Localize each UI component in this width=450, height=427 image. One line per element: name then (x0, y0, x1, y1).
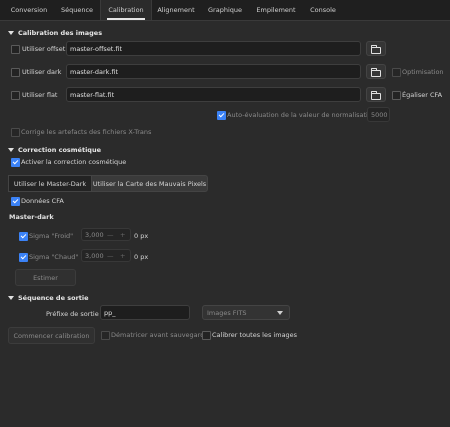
xtrans-checkbox[interactable] (11, 128, 20, 137)
increment-icon[interactable]: + (120, 229, 125, 241)
expander-arrow-icon (8, 296, 14, 300)
chevron-down-icon (277, 311, 283, 315)
tab-label: Séquence (60, 6, 94, 14)
sigma-cold-px: 0 px (134, 232, 149, 240)
offset-open-button[interactable] (366, 41, 386, 56)
sigma-hot-value: 3,000 (85, 252, 104, 260)
tab-calibration[interactable]: Calibration (100, 0, 152, 20)
egaliser-cfa-label: Égaliser CFA (402, 91, 443, 99)
expander-arrow-icon (8, 148, 14, 152)
activate-cosmetic-label: Activer la correction cosmétique (21, 158, 127, 166)
dark-open-button[interactable] (366, 64, 386, 79)
section-title: Calibration des images (18, 29, 103, 37)
use-master-dark-toggle[interactable]: Utiliser le Master-Dark (8, 175, 92, 192)
folder-open-icon (371, 45, 381, 54)
sigma-cold-spinner[interactable]: 3,000 — + (81, 228, 131, 241)
debayer-checkbox[interactable] (101, 331, 110, 340)
tab-graphique[interactable]: Graphique (202, 0, 248, 20)
activate-cosmetic-checkbox[interactable] (11, 158, 20, 167)
auto-evaluation-checkbox[interactable] (217, 111, 226, 120)
tab-alignement[interactable]: Alignement (152, 0, 200, 20)
section-correction-cosmetique[interactable]: Correction cosmétique (8, 146, 101, 154)
dark-file-field[interactable]: master-dark.fit (66, 64, 361, 79)
folder-open-icon (371, 68, 381, 77)
calibrate-all-label: Calibrer toutes les images (212, 331, 298, 339)
use-flat-checkbox[interactable] (11, 91, 20, 100)
tab-empilement[interactable]: Empilement (250, 0, 302, 20)
flat-open-button[interactable] (366, 87, 386, 102)
section-title: Séquence de sortie (18, 294, 89, 302)
sigma-hot-checkbox[interactable] (19, 253, 28, 262)
use-bad-pixel-map-toggle[interactable]: Utiliser la Carte des Mauvais Pixels (91, 175, 208, 192)
optimisation-label: Optimisation (402, 68, 444, 76)
tab-label: Empilement (256, 6, 296, 14)
cfa-data-label: Données CFA (21, 197, 64, 205)
tab-bar: Conversion Séquence Calibration Aligneme… (0, 0, 450, 21)
tab-label: Conversion (10, 6, 48, 14)
use-offset-checkbox[interactable] (11, 45, 20, 54)
folder-open-icon (371, 91, 381, 100)
tab-label: Console (310, 6, 336, 14)
sigma-hot-px: 0 px (134, 253, 149, 261)
sigma-cold-checkbox[interactable] (19, 232, 28, 241)
expander-arrow-icon (8, 31, 14, 35)
cfa-data-checkbox[interactable] (11, 197, 20, 206)
sigma-cold-label: Sigma "Froid" (29, 232, 74, 240)
output-format-dropdown[interactable]: Images FITS (202, 305, 290, 320)
increment-icon[interactable]: + (120, 250, 125, 262)
xtrans-label: Corrige les artefacts des fichiers X-Tra… (21, 128, 152, 136)
sigma-hot-label: Sigma "Chaud" (29, 253, 79, 261)
section-sequence-sortie[interactable]: Séquence de sortie (8, 294, 89, 302)
use-dark-checkbox[interactable] (11, 68, 20, 77)
use-offset-label: Utiliser offset (22, 45, 66, 53)
optimisation-checkbox[interactable] (392, 68, 401, 77)
active-tab-indicator (107, 18, 145, 20)
estimate-button[interactable]: Estimer (15, 269, 76, 286)
sigma-cold-value: 3,000 (85, 231, 104, 239)
output-prefix-label: Préfixe de sortie : (46, 310, 103, 318)
tab-conversion[interactable]: Conversion (6, 0, 52, 20)
flat-file-field[interactable]: master-flat.fit (66, 87, 361, 102)
decrement-icon[interactable]: — (107, 229, 114, 241)
tab-label: Alignement (157, 6, 195, 14)
tab-label: Graphique (208, 6, 242, 14)
tab-console[interactable]: Console (304, 0, 342, 20)
use-dark-label: Utiliser dark (22, 68, 62, 76)
sigma-hot-spinner[interactable]: 3,000 — + (81, 249, 131, 262)
offset-file-field[interactable]: master-offset.fit (66, 41, 361, 56)
normalisation-value-field[interactable]: 5000 (367, 107, 390, 122)
auto-evaluation-label: Auto-évaluation de la valeur de normalis… (227, 111, 376, 119)
output-prefix-field[interactable]: pp_ (100, 305, 190, 320)
calibrate-all-checkbox[interactable] (202, 331, 211, 340)
section-calibration-images[interactable]: Calibration des images (8, 29, 102, 37)
egaliser-cfa-checkbox[interactable] (392, 91, 401, 100)
output-format-value: Images FITS (207, 309, 247, 317)
master-dark-heading: Master-dark (9, 213, 54, 221)
use-flat-label: Utiliser flat (22, 91, 58, 99)
debayer-label: Dématricer avant sauvegarde (111, 331, 209, 339)
start-calibration-button[interactable]: Commencer calibration (8, 327, 95, 344)
tab-sequence[interactable]: Séquence (54, 0, 100, 20)
decrement-icon[interactable]: — (107, 250, 114, 262)
tab-label: Calibration (108, 6, 144, 14)
section-title: Correction cosmétique (18, 146, 101, 154)
